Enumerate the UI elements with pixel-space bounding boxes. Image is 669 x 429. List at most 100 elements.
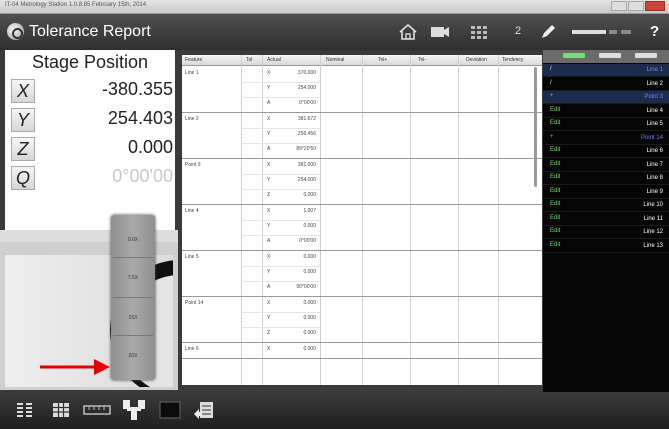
home-icon[interactable]: [398, 22, 418, 42]
column-header-actual[interactable]: Actual: [267, 57, 281, 63]
table-row-feature[interactable]: Line 1: [185, 70, 199, 76]
feature-name: Line 11: [643, 215, 663, 222]
table-row-feature[interactable]: Line 6: [185, 346, 199, 352]
table-cell-actual: 0.000: [303, 315, 316, 321]
feature-list-item[interactable]: Edit Line 9: [543, 186, 669, 199]
table-cell-actual: 0.000: [303, 269, 316, 275]
table-scrollbar[interactable]: [534, 67, 537, 187]
table-cell-axis: Y: [267, 131, 271, 137]
column-header-nominal[interactable]: Nominal: [326, 57, 344, 63]
zoom-level-1[interactable]: 0.6X: [111, 237, 155, 243]
list-tab-white[interactable]: [599, 53, 621, 58]
axis-x-button[interactable]: X: [11, 79, 35, 103]
help-icon[interactable]: ?: [650, 23, 659, 40]
pen-icon[interactable]: [540, 22, 556, 42]
feature-name: Line 12: [643, 229, 663, 235]
table-row-divider: [182, 296, 542, 297]
point-icon: +: [550, 93, 554, 99]
table-subrow-divider: [241, 235, 320, 236]
table-cell-axis: X: [267, 300, 271, 306]
page-title: Tolerance Report: [29, 23, 151, 40]
axis-y-button[interactable]: Y: [11, 108, 35, 132]
column-divider: [458, 55, 459, 385]
feature-list-item[interactable]: Edit Line 7: [543, 159, 669, 172]
column-header-feature[interactable]: Feature: [185, 57, 202, 63]
table-row-divider: [182, 112, 542, 113]
feature-list-item[interactable]: Edit Line 10: [543, 199, 669, 212]
column-header-tol-minus[interactable]: Tol-: [418, 57, 426, 63]
table-subrow-divider: [241, 189, 320, 190]
axis-y-value: 254.403: [107, 108, 173, 128]
feature-list-item[interactable]: Edit Line 13: [543, 240, 669, 253]
table-subrow-divider: [241, 97, 320, 98]
table-cell-actual: 0.000: [303, 223, 316, 229]
feature-list-item[interactable]: / Line 2: [543, 78, 669, 91]
edit-icon: Edit: [550, 160, 561, 167]
tree-icon[interactable]: [120, 400, 148, 420]
bottom-toolbar: [0, 392, 669, 429]
table-subrow-divider: [241, 312, 320, 313]
feature-list-item[interactable]: Edit Line 8: [543, 172, 669, 185]
slider-icon[interactable]: [572, 22, 632, 42]
grid-icon[interactable]: [470, 22, 488, 42]
line-icon: /: [550, 66, 552, 72]
zoom-level-3[interactable]: 15X: [111, 315, 155, 321]
table-subrow-divider: [241, 281, 320, 282]
app-logo-icon[interactable]: [7, 23, 24, 40]
feature-list-item[interactable]: + Point 14: [543, 132, 669, 145]
zoom-level-2[interactable]: 7.5X: [111, 275, 155, 281]
camera-icon[interactable]: [430, 22, 450, 42]
table-row-feature[interactable]: Line 2: [185, 116, 199, 122]
axis-x-value: -380.355: [101, 79, 173, 99]
edit-icon: Edit: [550, 228, 561, 234]
report-icon[interactable]: [192, 400, 216, 420]
close-button[interactable]: [645, 1, 665, 11]
table-row-divider: [182, 250, 542, 251]
table-cell-axis: X: [267, 70, 271, 76]
table-row-feature[interactable]: Point 14: [185, 300, 203, 306]
column-header-tol-plus[interactable]: Tol+: [378, 57, 387, 63]
zoom-separator: [113, 297, 153, 298]
feature-list-item[interactable]: Edit Line 6: [543, 145, 669, 158]
column-header-deviation[interactable]: Deviation: [466, 57, 487, 63]
app-header: Tolerance Report 2 ?: [0, 14, 669, 50]
minimize-button[interactable]: [611, 1, 627, 11]
list-tab-white-2[interactable]: [635, 53, 657, 58]
statistics-icon[interactable]: [14, 400, 36, 420]
feature-list-item[interactable]: Edit Line 5: [543, 118, 669, 131]
table-row-feature[interactable]: Line 4: [185, 208, 199, 214]
table-cell-actual: 370.000: [297, 70, 316, 76]
feature-list-item[interactable]: Edit Line 12: [543, 226, 669, 239]
table-cell-actual: 0.000: [303, 192, 316, 198]
feature-name: Line 2: [646, 80, 663, 87]
table-cell-actual: 0.000: [303, 300, 316, 306]
edit-icon: Edit: [550, 120, 561, 126]
zoom-selector[interactable]: 0.6X 7.5X 15X 20X: [111, 215, 155, 380]
list-tab-green[interactable]: [563, 53, 585, 58]
table-row-feature[interactable]: Point 3: [185, 162, 201, 168]
scale-icon[interactable]: [82, 400, 112, 420]
axis-z-value: 0.000: [127, 137, 173, 157]
zoom-level-4[interactable]: 20X: [111, 353, 155, 359]
feature-list-item[interactable]: / Line 1: [543, 64, 669, 77]
feature-name: Line 5: [646, 121, 663, 127]
edit-icon: Edit: [550, 187, 561, 194]
table-row-feature[interactable]: Line 5: [185, 254, 199, 260]
stage-position-title: Stage Position: [31, 52, 149, 72]
column-header-tendency[interactable]: Tendency: [502, 57, 523, 63]
tolerance-table: Feature Tol Actual Nominal Tol+ Tol- Dev…: [182, 55, 542, 385]
stage-position-panel: Stage Position X -380.355 Y 254.403 Z 0.…: [5, 50, 175, 230]
feature-list-item[interactable]: Edit Line 4: [543, 105, 669, 118]
feature-list-item[interactable]: Edit Line 11: [543, 213, 669, 226]
table-cell-axis: Y: [267, 177, 271, 183]
table-subrow-divider: [241, 143, 320, 144]
table-icon[interactable]: [50, 400, 72, 420]
feature-list-item[interactable]: + Point 3: [543, 91, 669, 104]
column-header-tol[interactable]: Tol: [246, 57, 252, 63]
axis-z-button[interactable]: Z: [11, 137, 35, 161]
black-box-icon[interactable]: [158, 400, 182, 420]
table-cell-axis: Z: [267, 330, 271, 336]
count-label: 2: [515, 25, 522, 37]
maximize-button[interactable]: [628, 1, 644, 11]
axis-q-button[interactable]: Q: [11, 166, 35, 190]
